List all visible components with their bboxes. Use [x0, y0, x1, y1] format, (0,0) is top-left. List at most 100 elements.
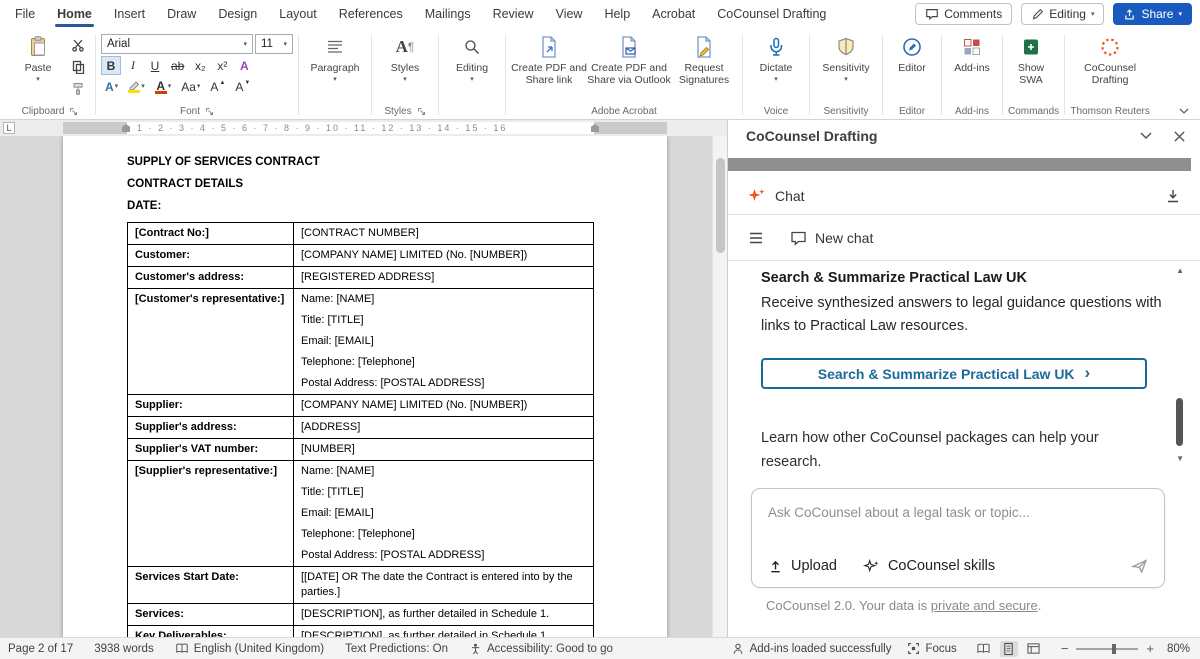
underline-button[interactable]: U	[145, 56, 165, 75]
menu-tab[interactable]: CoCounsel Drafting	[706, 0, 837, 28]
table-row-label[interactable]: Supplier's address:	[128, 417, 294, 439]
table-row-label[interactable]: [Customer's representative:]	[128, 289, 294, 395]
ribbon-collapse-button[interactable]	[1178, 107, 1190, 115]
styles-button[interactable]: A¶ Styles ▾	[377, 30, 433, 83]
addins-button[interactable]: Add-ins	[947, 30, 997, 74]
share-button[interactable]: Share ▾	[1113, 3, 1192, 25]
panel-scrollbar-thumb[interactable]	[1176, 398, 1183, 446]
web-layout-button[interactable]	[1025, 641, 1043, 657]
cut-button[interactable]	[66, 35, 90, 55]
export-chat-button[interactable]	[1165, 188, 1181, 204]
menu-toggle-button[interactable]	[748, 231, 764, 245]
comments-button[interactable]: Comments	[915, 3, 1012, 25]
menu-tab[interactable]: Review	[482, 0, 545, 28]
font-size-select[interactable]: 11 ▾	[255, 34, 293, 54]
editor-button[interactable]: Editor	[888, 30, 936, 74]
doc-title[interactable]: SUPPLY OF SERVICES CONTRACT	[127, 156, 667, 168]
accessibility-status[interactable]: Accessibility: Good to go	[469, 642, 613, 656]
editing-mode-button[interactable]: Editing ▾	[1021, 3, 1104, 25]
menu-tab[interactable]: File	[4, 0, 46, 28]
create-pdf-share-outlook-button[interactable]: Create PDF and Share via Outlook	[587, 30, 671, 87]
table-row-value[interactable]: [NUMBER]	[294, 439, 594, 461]
table-row-value[interactable]: [COMPANY NAME] LIMITED (No. [NUMBER])	[294, 245, 594, 267]
table-row-value[interactable]: [COMPANY NAME] LIMITED (No. [NUMBER])	[294, 395, 594, 417]
table-row-label[interactable]: [Contract No:]	[128, 223, 294, 245]
search-summarize-button[interactable]: Search & Summarize Practical Law UK ›	[761, 358, 1147, 389]
request-signatures-button[interactable]: Request Signatures	[671, 30, 737, 87]
italic-button[interactable]: I	[123, 56, 143, 75]
menu-tab[interactable]: Layout	[268, 0, 328, 28]
cocounsel-drafting-button[interactable]: CoCounsel Drafting	[1070, 30, 1150, 87]
menu-tab[interactable]: Insert	[103, 0, 156, 28]
paragraph-button[interactable]: Paragraph ▾	[304, 30, 366, 83]
shrink-font-button[interactable]: A▼	[231, 77, 254, 96]
table-row-label[interactable]: Supplier:	[128, 395, 294, 417]
create-pdf-share-link-button[interactable]: Create PDF and Share link	[511, 30, 587, 87]
focus-button[interactable]: Focus	[907, 642, 956, 655]
word-count[interactable]: 3938 words	[94, 643, 153, 655]
change-case-button[interactable]: Aa ▾	[177, 77, 204, 96]
menu-tab[interactable]: Acrobat	[641, 0, 706, 28]
font-color-button[interactable]: A ▾	[151, 77, 176, 96]
strikethrough-button[interactable]: ab	[167, 56, 188, 75]
table-row-label[interactable]: Customer's address:	[128, 267, 294, 289]
menu-tab[interactable]: Home	[46, 0, 103, 28]
table-row-value[interactable]: [ADDRESS]	[294, 417, 594, 439]
menu-tab[interactable]: Mailings	[414, 0, 482, 28]
table-row-value[interactable]: [DESCRIPTION], as further detailed in Sc…	[294, 626, 594, 638]
table-row-value[interactable]: Name: [NAME]Title: [TITLE]Email: [EMAIL]…	[294, 289, 594, 395]
dictate-button[interactable]: Dictate ▾	[748, 30, 804, 83]
text-effects-button[interactable]: A ▾	[101, 77, 122, 96]
document-page[interactable]: SUPPLY OF SERVICES CONTRACT CONTRACT DET…	[63, 136, 667, 637]
menu-tab[interactable]: Design	[207, 0, 268, 28]
zoom-level[interactable]: 80%	[1162, 643, 1190, 655]
menu-tab[interactable]: Draw	[156, 0, 207, 28]
upload-button[interactable]: Upload	[768, 558, 837, 574]
send-button[interactable]	[1131, 558, 1148, 574]
table-row-value[interactable]: [[DATE] OR The date the Contract is ente…	[294, 567, 594, 604]
clear-formatting-button[interactable]: A	[234, 56, 254, 75]
grow-font-button[interactable]: A▲	[206, 77, 229, 96]
menu-tab[interactable]: Help	[593, 0, 641, 28]
panel-close-icon[interactable]	[1173, 130, 1186, 143]
paste-button[interactable]: Paste ▾	[10, 30, 66, 83]
highlight-color-button[interactable]: ▾	[124, 77, 149, 96]
show-swa-button[interactable]: Show SWA	[1008, 30, 1054, 87]
zoom-in-button[interactable]: +	[1146, 641, 1154, 656]
document-area[interactable]: SUPPLY OF SERVICES CONTRACT CONTRACT DET…	[0, 136, 727, 637]
ruler[interactable]: L 1 · 2 · 3 · 4 · 5 · 6 · 7 · 8 · 9 · 10…	[0, 120, 727, 136]
table-row-value[interactable]: Name: [NAME]Title: [TITLE]Email: [EMAIL]…	[294, 461, 594, 567]
contract-table[interactable]: [Contract No:] [CONTRACT NUMBER] Custome…	[127, 222, 594, 637]
table-row-label[interactable]: Supplier's VAT number:	[128, 439, 294, 461]
table-row-label[interactable]: Customer:	[128, 245, 294, 267]
bold-button[interactable]: B	[101, 56, 121, 75]
table-row-value[interactable]: [DESCRIPTION], as further detailed in Sc…	[294, 604, 594, 626]
table-row-value[interactable]: [CONTRACT NUMBER]	[294, 223, 594, 245]
font-name-select[interactable]: Arial ▾	[101, 34, 253, 54]
language-indicator[interactable]: English (United Kingdom)	[175, 642, 324, 655]
page-indicator[interactable]: Page 2 of 17	[8, 643, 73, 655]
styles-group-label[interactable]: Styles	[377, 103, 433, 119]
copy-button[interactable]	[66, 57, 90, 77]
doc-date-label[interactable]: DATE:	[127, 200, 667, 212]
print-layout-button[interactable]	[1000, 641, 1018, 657]
font-group-label[interactable]: Font	[101, 103, 293, 119]
panel-scroll-up[interactable]: ▲	[1176, 266, 1184, 275]
chat-input[interactable]	[760, 497, 1156, 528]
menu-tab[interactable]: References	[328, 0, 414, 28]
tab-selector[interactable]: L	[3, 122, 15, 134]
subscript-button[interactable]: x₂	[190, 56, 210, 75]
panel-collapse-icon[interactable]	[1139, 131, 1153, 141]
zoom-slider[interactable]	[1076, 648, 1138, 650]
format-painter-button[interactable]	[66, 79, 90, 99]
zoom-out-button[interactable]: −	[1061, 641, 1069, 656]
superscript-button[interactable]: x²	[212, 56, 232, 75]
table-row-label[interactable]: [Supplier's representative:]	[128, 461, 294, 567]
table-row-value[interactable]: [REGISTERED ADDRESS]	[294, 267, 594, 289]
panel-scroll-down[interactable]: ▼	[1176, 454, 1184, 463]
doc-subtitle[interactable]: CONTRACT DETAILS	[127, 178, 667, 190]
editing-button[interactable]: Editing ▾	[444, 30, 500, 83]
menu-tab[interactable]: View	[545, 0, 594, 28]
table-row-label[interactable]: Key Deliverables:	[128, 626, 294, 638]
cocounsel-skills-button[interactable]: CoCounsel skills	[863, 558, 995, 574]
